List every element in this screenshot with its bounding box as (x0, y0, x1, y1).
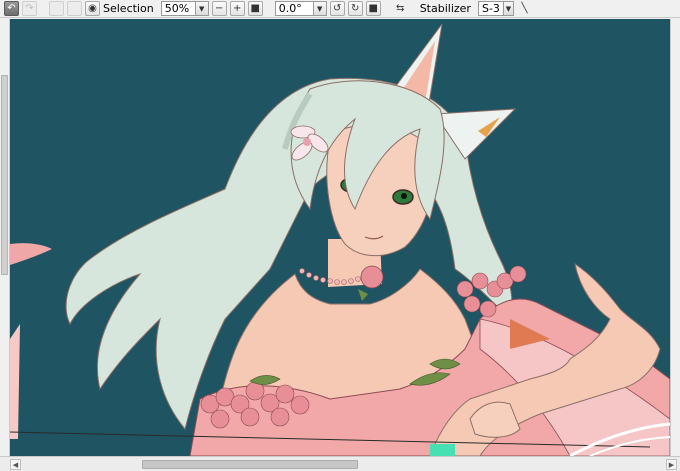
plus-icon: + (233, 2, 242, 14)
eye-icon: ◉ (88, 2, 97, 14)
bow-grip (430, 444, 455, 456)
pen-pressure-button[interactable]: ╲ (517, 1, 532, 16)
chevron-down-icon: ▼ (194, 2, 208, 15)
right-pupil (401, 193, 407, 199)
clear-selection-button[interactable] (49, 1, 64, 16)
rotate-cw-button[interactable]: ↻ (347, 1, 363, 16)
stabilizer-value: S-3 (481, 2, 500, 15)
rotate-ccw-button[interactable]: ↺ (329, 1, 345, 16)
vertical-scroll-thumb[interactable] (1, 75, 8, 275)
undo-button[interactable]: ↶ (4, 1, 19, 16)
artwork (10, 19, 670, 456)
rotate-reset-button[interactable]: ■ (365, 1, 381, 16)
zoom-in-button[interactable]: + (229, 1, 245, 16)
scroll-right-button[interactable]: ▶ (666, 459, 677, 470)
chevron-down-icon: ▼ (312, 2, 326, 15)
horizontal-scroll-thumb[interactable] (142, 460, 358, 469)
scroll-left-button[interactable]: ◀ (10, 459, 21, 470)
flip-horizontal-button[interactable]: ⇆ (393, 1, 408, 16)
square-icon: ■ (368, 2, 378, 14)
rotation-value: 0.0° (278, 2, 302, 15)
undo-icon: ↶ (7, 2, 16, 14)
square-icon: ■ (250, 2, 260, 14)
redo-button[interactable]: ↷ (22, 1, 37, 16)
vertical-scrollbar-left[interactable] (0, 19, 10, 456)
toolbar: ↶ ↷ ◉ Selection 50% ▼ − + ■ 0.0° ▼ ↺ ↻ ■… (0, 0, 680, 18)
zoom-value: 50% (164, 2, 190, 15)
zoom-select[interactable]: 50% ▼ (160, 1, 209, 16)
drawing-canvas[interactable] (10, 19, 670, 456)
horizontal-scrollbar[interactable]: ◀ ▶ (0, 456, 680, 471)
stabilizer-label: Stabilizer (419, 2, 471, 15)
invert-selection-button[interactable] (67, 1, 82, 16)
stabilizer-select[interactable]: S-3 ▼ (477, 1, 514, 16)
zoom-out-button[interactable]: − (211, 1, 227, 16)
selection-visibility-button[interactable]: ◉ (85, 1, 100, 16)
zoom-reset-button[interactable]: ■ (247, 1, 263, 16)
chevron-right-icon: ▶ (668, 460, 675, 469)
rotate-ccw-icon: ↺ (333, 2, 342, 14)
chevron-down-icon: ▼ (502, 2, 513, 15)
paint-app-window: ↶ ↷ ◉ Selection 50% ▼ − + ■ 0.0° ▼ ↺ ↻ ■… (0, 0, 680, 471)
rotation-select[interactable]: 0.0° ▼ (274, 1, 327, 16)
chevron-left-icon: ◀ (12, 460, 19, 469)
rotate-cw-icon: ↻ (351, 2, 360, 14)
selection-label: Selection (103, 2, 154, 15)
vertical-scrollbar-right[interactable] (670, 19, 680, 456)
pen-icon: ╲ (521, 2, 528, 14)
minus-icon: − (215, 2, 224, 14)
redo-icon: ↷ (25, 2, 34, 14)
flip-icon: ⇆ (396, 2, 405, 14)
